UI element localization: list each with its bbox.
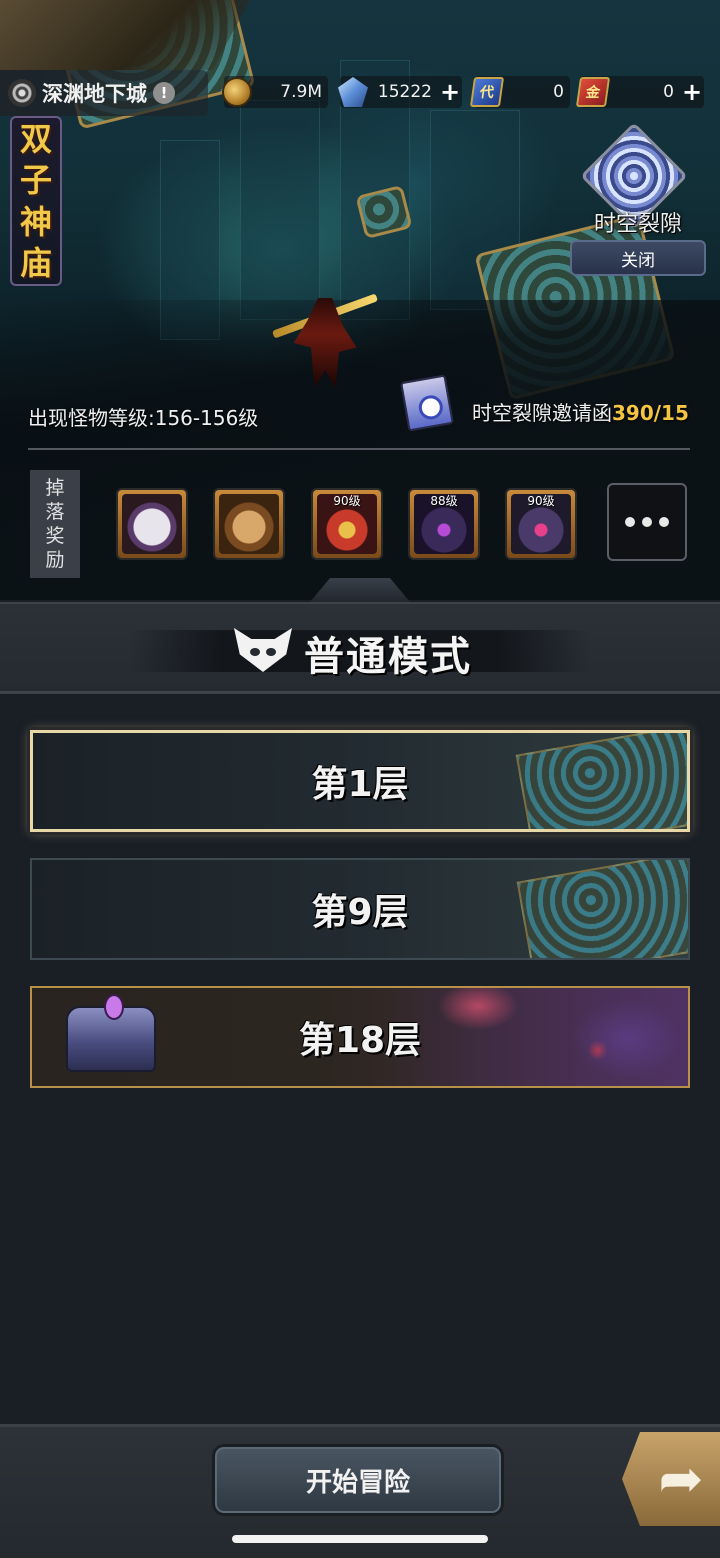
home-indicator <box>232 1535 488 1543</box>
rift-title: 时空裂隙 <box>593 212 682 237</box>
logo-char: 神 <box>19 202 52 241</box>
background-pillar <box>240 100 320 320</box>
rift-close-button[interactable]: 关闭 <box>570 240 706 276</box>
reward-item-red-gauntlet[interactable]: 90级 <box>311 488 383 560</box>
red-ticket-icon: 金 <box>575 77 611 107</box>
reward-item-rabbit-mask[interactable] <box>116 488 188 560</box>
invitation-count: 390/15 <box>612 401 689 425</box>
crystal-icon <box>338 77 368 107</box>
top-ornament <box>0 0 250 70</box>
logo-char: 双 <box>19 119 52 158</box>
more-rewards-button[interactable] <box>607 483 687 561</box>
resource-bar: 深渊地下城 ! 7.9M 15222 + 代 0 金 0 + <box>0 66 720 120</box>
blue-ticket-counter[interactable]: 代 0 <box>469 76 570 108</box>
start-adventure-button[interactable]: 开始冒险 <box>212 1444 504 1516</box>
floor-button-18[interactable]: 第18层 <box>30 986 690 1088</box>
monster-level-text: 出现怪物等级:156-156级 <box>28 406 259 430</box>
reward-label-char: 掉 <box>45 477 65 499</box>
share-arrow-icon: ➦ <box>658 1447 704 1510</box>
share-button[interactable]: ➦ <box>622 1432 720 1526</box>
item-level: 88级 <box>430 494 458 508</box>
item-level: 90级 <box>333 494 361 508</box>
floor-button-1[interactable]: 第1层 <box>30 730 690 832</box>
reward-item-dark-helm[interactable]: 88级 <box>408 488 480 560</box>
gold-counter[interactable]: 7.9M <box>222 76 328 108</box>
floor-label: 第18层 <box>298 1020 422 1061</box>
floor-label: 第9层 <box>311 892 409 933</box>
ellipsis-icon <box>625 517 635 527</box>
mode-title: 普通模式 <box>304 634 472 680</box>
crystal-counter: 15222 + <box>338 76 462 108</box>
ellipsis-icon <box>642 517 652 527</box>
invitation-label: 时空裂隙邀请函 <box>472 401 612 425</box>
mode-header: 普通模式 <box>0 602 720 694</box>
location-header[interactable]: 深渊地下城 ! <box>0 70 208 116</box>
portal-icon <box>8 79 36 107</box>
dungeon-logo: 双 子 神 庙 <box>10 116 62 286</box>
drop-rewards-label: 掉 落 奖 励 <box>30 470 80 578</box>
location-name: 深渊地下城 <box>42 82 147 106</box>
reward-item-dark-armor[interactable]: 90级 <box>505 488 577 560</box>
ellipsis-icon <box>659 517 669 527</box>
dark-armor-icon: 90级 <box>511 494 571 554</box>
info-alert-icon[interactable]: ! <box>153 82 175 104</box>
invitation-scroll-icon <box>400 374 454 432</box>
red-ticket-value: 0 <box>663 82 674 102</box>
logo-char: 庙 <box>19 244 52 283</box>
crystal-value: 15222 <box>377 82 432 102</box>
floor-button-9[interactable]: 第9层 <box>30 858 690 960</box>
treasure-chest-icon <box>66 994 156 1072</box>
item-level: 90级 <box>527 494 555 508</box>
reward-label-char: 奖 <box>45 525 65 547</box>
add-crystal-button[interactable]: + <box>438 80 462 104</box>
gold-coin-icon <box>222 77 252 107</box>
red-gauntlet-icon: 90级 <box>317 494 377 554</box>
floor-label: 第1层 <box>311 764 409 805</box>
logo-char: 子 <box>19 161 52 200</box>
blue-ticket-value: 0 <box>553 82 564 102</box>
reward-label-char: 落 <box>45 501 65 523</box>
add-red-ticket-button[interactable]: + <box>680 80 704 104</box>
invitation-info: 时空裂隙邀请函390/15 <box>472 397 689 426</box>
divider <box>28 448 690 450</box>
gold-value: 7.9M <box>280 82 322 102</box>
reward-item-tiki-mask[interactable] <box>213 488 285 560</box>
tiki-mask-icon <box>219 494 279 554</box>
blue-ticket-icon: 代 <box>469 77 505 107</box>
red-ticket-counter: 金 0 + <box>575 76 704 108</box>
dark-helm-icon: 88级 <box>414 494 474 554</box>
rabbit-mask-icon <box>122 494 182 554</box>
reward-label-char: 励 <box>45 549 65 571</box>
